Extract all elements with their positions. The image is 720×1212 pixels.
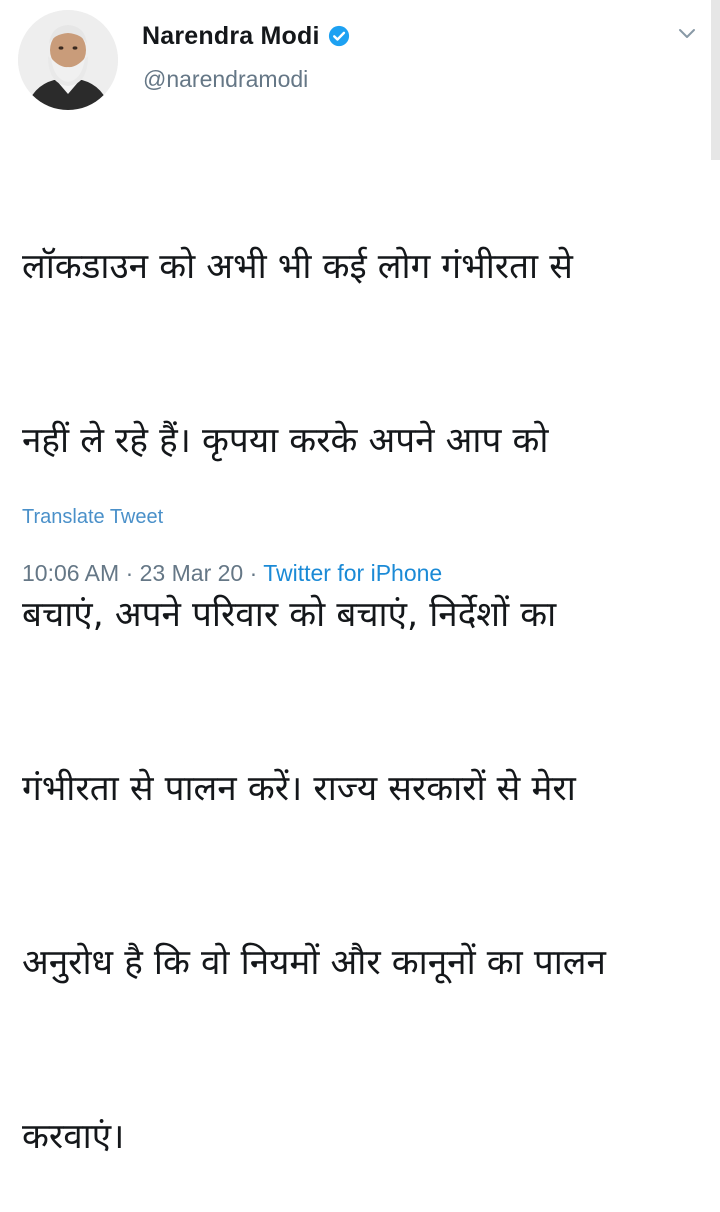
tweet-time[interactable]: 10:06 AM — [22, 560, 119, 586]
avatar[interactable] — [18, 10, 118, 110]
tweet-metadata: 10:06 AM · 23 Mar 20 · Twitter for iPhon… — [22, 560, 442, 587]
verified-badge-icon — [328, 25, 350, 47]
tweet-text: लॉकडाउन को अभी भी कई लोग गंभीरता से नहीं… — [22, 122, 706, 1212]
tweet-source-link[interactable]: Twitter for iPhone — [263, 560, 442, 586]
tweet-text-line: नहीं ले रहे हैं। कृपया करके अपने आप को — [22, 421, 549, 461]
author-display-name[interactable]: Narendra Modi — [142, 22, 320, 51]
tweet-text-line: करवाएं। — [22, 1117, 125, 1157]
tweet-text-line: बचाएं, अपने परिवार को बचाएं, निर्देशों क… — [22, 595, 557, 635]
translate-tweet-link[interactable]: Translate Tweet — [22, 506, 163, 529]
author-handle[interactable]: @narendramodi — [143, 66, 308, 93]
tweet-text-line: लॉकडाउन को अभी भी कई लोग गंभीरता से — [22, 247, 573, 287]
tweet-date[interactable]: 23 Mar 20 — [140, 560, 244, 586]
author-name-row[interactable]: Narendra Modi — [142, 18, 350, 54]
chevron-down-icon[interactable] — [672, 18, 702, 48]
separator-dot: · — [243, 560, 264, 586]
separator-dot: · — [119, 560, 140, 586]
scrollbar[interactable] — [711, 0, 720, 160]
tweet-text-line: अनुरोध है कि वो नियमों और कानूनों का पाल… — [22, 943, 606, 983]
tweet-text-line: गंभीरता से पालन करें। राज्य सरकारों से म… — [22, 769, 576, 809]
